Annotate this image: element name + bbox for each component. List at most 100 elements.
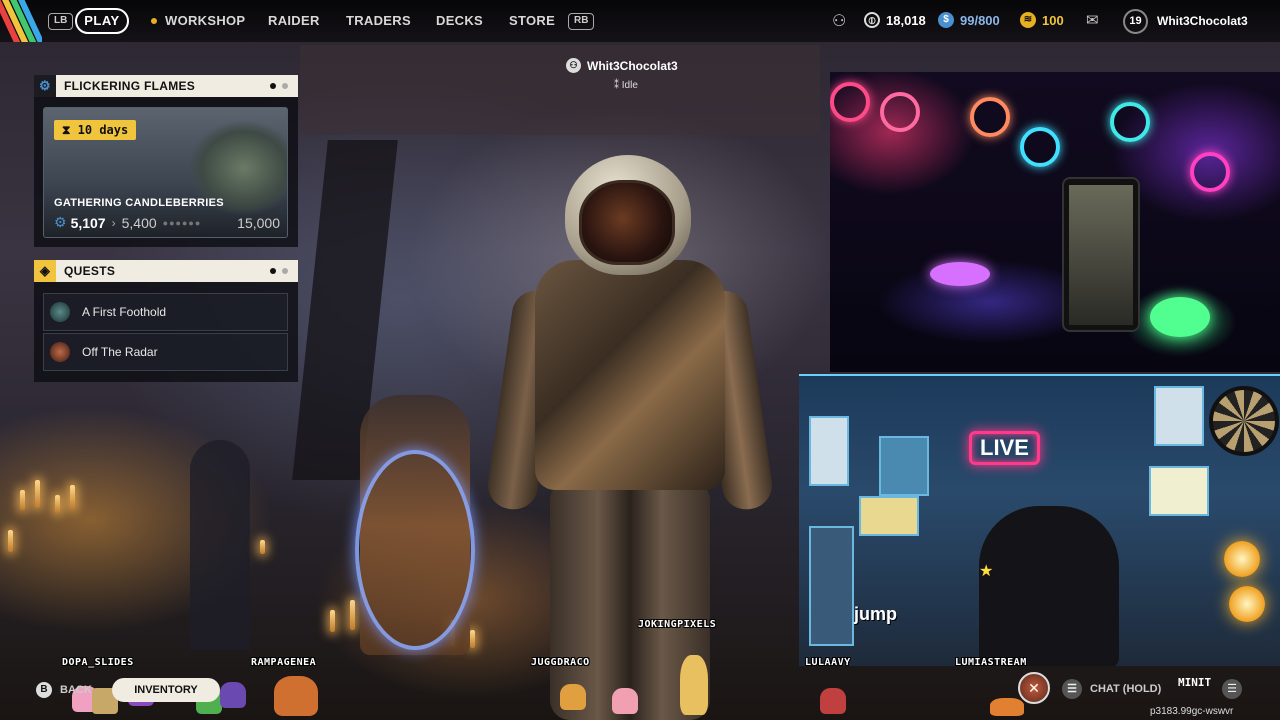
quest-label: Off The Radar — [82, 345, 158, 359]
lamp — [1224, 541, 1260, 577]
candle — [8, 530, 13, 552]
credit-icon: ≋ — [1020, 12, 1036, 28]
mail-icon[interactable]: ✉ — [1086, 11, 1099, 29]
chat-hold-label: CHAT (HOLD) — [1090, 683, 1162, 695]
candle — [70, 485, 75, 509]
coins-stat: ⦶ 18,018 — [864, 12, 926, 28]
event-card-title: GATHERING CANDLEBERRIES — [54, 197, 224, 209]
quests-panel-header: ◈ QUESTS — [34, 260, 298, 282]
level-badge[interactable]: 19 — [1123, 9, 1148, 34]
candle — [20, 490, 25, 510]
candle — [55, 495, 60, 513]
tab-decks[interactable]: DECKS — [436, 13, 483, 28]
gear-icon: ⚙ — [54, 214, 67, 230]
fan-light — [1020, 127, 1060, 167]
player-nameplate: ⚇ Whit3Chocolat3 — [566, 58, 678, 73]
brand-stripes — [0, 0, 42, 42]
chat-sprite — [820, 688, 846, 714]
helmet-visor — [579, 180, 675, 265]
chat-name: LUMIASTREAM — [955, 657, 1027, 668]
chat-name: DOPA_SLIDES — [62, 657, 134, 668]
poster — [879, 436, 929, 496]
chat-sprite — [220, 682, 246, 708]
tab-raider[interactable]: RAIDER — [268, 13, 320, 28]
chat-hold-button[interactable]: ☰ CHAT (HOLD) — [1062, 679, 1161, 699]
fan-light — [830, 82, 870, 122]
glowing-light-ring — [355, 450, 475, 650]
fan-light — [970, 97, 1010, 137]
webcam-room: LIVE jump ★ — [799, 374, 1280, 666]
social-icon[interactable]: ⚇ — [832, 11, 846, 31]
candle — [330, 610, 335, 632]
quest-giver-avatar — [50, 342, 70, 362]
chat-name: JUGGDRACO — [531, 657, 590, 668]
tab-workshop[interactable]: WORKSHOP — [165, 13, 245, 28]
candle — [470, 630, 475, 648]
live-neon-sign: LIVE — [969, 431, 1040, 465]
lamp — [1229, 586, 1265, 622]
fan-light — [1190, 152, 1230, 192]
rb-button-hint[interactable]: RB — [568, 13, 595, 30]
player-status: ⁑ Idle — [614, 80, 638, 91]
gaming-chair — [979, 506, 1119, 666]
quest-item[interactable]: A First Foothold — [43, 293, 288, 331]
fan-light — [880, 92, 920, 132]
player-icon: ⚇ — [566, 58, 581, 73]
poster — [809, 416, 849, 486]
chat-sprite — [274, 676, 318, 716]
credits-stat: ≋ 100 — [1020, 12, 1064, 28]
progress-max: 15,000 — [237, 214, 280, 231]
days-remaining-badge: ⧗ 10 days — [54, 120, 137, 140]
poster — [1149, 466, 1209, 516]
torso — [535, 260, 725, 490]
chat-sprite — [560, 684, 586, 710]
menu-button-icon: ☰ — [1062, 679, 1082, 699]
username[interactable]: Whit3Chocolat3 — [1157, 14, 1248, 28]
event-title: FLICKERING FLAMES — [64, 79, 196, 93]
shelf — [809, 526, 854, 646]
player-name: Whit3Chocolat3 — [587, 58, 678, 73]
chat-name: LULAAVY — [805, 657, 851, 668]
mouse-glow — [930, 262, 990, 286]
quests-title: QUESTS — [64, 264, 116, 278]
poster — [1154, 386, 1204, 446]
chat-name: RAMPAGENEA — [251, 657, 317, 668]
candle — [260, 540, 265, 554]
quest-label: A First Foothold — [82, 305, 167, 319]
chat-name: JOKINGPIXELS — [638, 619, 717, 630]
quest-item[interactable]: Off The Radar — [43, 333, 288, 371]
webcam-desk — [830, 72, 1280, 372]
notification-dot-icon — [151, 18, 157, 24]
chat-sprite — [680, 655, 708, 715]
inventory-button[interactable]: INVENTORY — [112, 678, 220, 702]
event-card[interactable]: ⧗ 10 days GATHERING CANDLEBERRIES ⚙ 5,10… — [43, 107, 288, 238]
chat-sprite — [990, 698, 1024, 716]
quest-diamond-icon: ◈ — [34, 260, 56, 282]
page-dots — [270, 83, 288, 89]
tab-traders[interactable]: TRADERS — [346, 13, 411, 28]
session-id: p3183.99gc-wswvr — [1150, 706, 1234, 717]
chat-sprite — [612, 688, 638, 714]
lb-button-hint[interactable]: LB — [48, 13, 74, 30]
menu-icon[interactable]: ☰ — [1222, 679, 1242, 699]
background-figure — [190, 440, 250, 650]
coins-value: 18,018 — [886, 12, 926, 28]
coin-icon: ⦶ — [864, 12, 880, 28]
tokens-stat: $ 99/800 — [938, 12, 1000, 28]
tab-store[interactable]: STORE — [509, 13, 555, 28]
credits-value: 100 — [1042, 12, 1064, 28]
page-dots — [270, 268, 288, 274]
fan-light — [1110, 102, 1150, 142]
b-button-icon[interactable]: B — [36, 682, 52, 698]
gear-icon: ⚙ — [34, 75, 56, 97]
back-button[interactable]: BACK — [60, 684, 92, 696]
event-progress: ⚙ 5,107 › 5,400 ●●●●●● 15,000 — [54, 214, 280, 231]
progress-next: 5,400 — [121, 214, 157, 231]
event-panel-header: ⚙ FLICKERING FLAMES — [34, 75, 298, 97]
dartboard — [1209, 386, 1279, 456]
tokens-value: 99/800 — [960, 12, 1000, 28]
candle — [35, 480, 40, 508]
token-icon: $ — [938, 12, 954, 28]
poster — [859, 496, 919, 536]
tab-play[interactable]: PLAY — [75, 8, 129, 34]
